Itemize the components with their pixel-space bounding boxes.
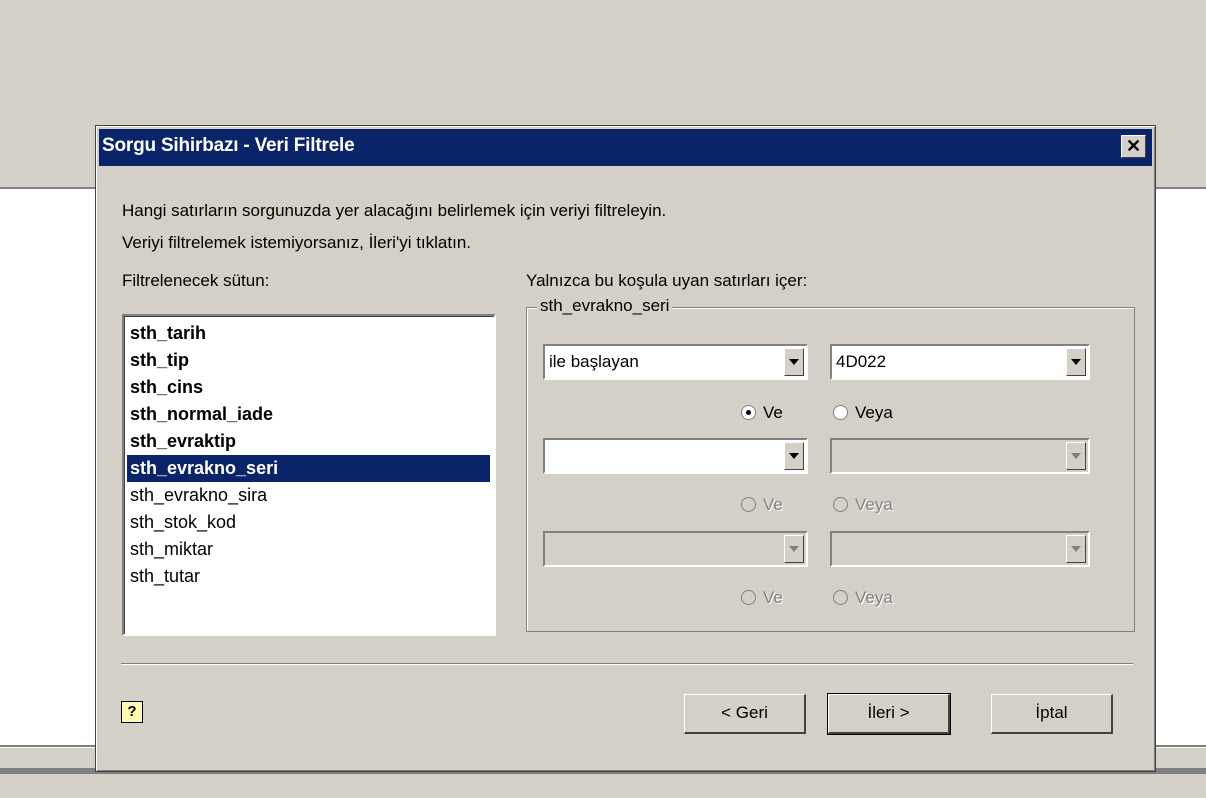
radio-or-label-2: Veya <box>855 495 893 514</box>
list-item-sth-evrakno-sira[interactable]: sth_evrakno_sira <box>127 482 490 509</box>
operator-combo-2[interactable] <box>543 438 808 474</box>
radio-or-label-1: Veya <box>855 403 893 422</box>
next-button[interactable]: İleri > <box>827 693 951 735</box>
radio-circle <box>741 405 756 420</box>
radio-circle <box>833 497 848 512</box>
help-icon: ? <box>127 703 137 720</box>
list-item-sth-cins[interactable]: sth_cins <box>127 374 490 401</box>
dropdown-button <box>1066 535 1086 563</box>
chevron-down-icon <box>1071 546 1081 552</box>
chevron-down-icon <box>1071 453 1081 459</box>
radio-and-label-2: Ve <box>763 495 783 514</box>
value-combo-1[interactable]: 4D022 <box>830 344 1090 380</box>
operator-combo-1[interactable]: ile başlayan <box>543 344 808 380</box>
value-value-1: 4D022 <box>836 352 887 371</box>
list-item-sth-tarih[interactable]: sth_tarih <box>127 320 490 347</box>
list-item-sth-stok-kod[interactable]: sth_stok_kod <box>127 509 490 536</box>
instruction-line-1: Hangi satırların sorgunuzda yer alacağın… <box>122 201 667 220</box>
radio-and-label-3: Ve <box>763 588 783 607</box>
cancel-button[interactable]: İptal <box>991 694 1113 734</box>
radio-circle <box>741 590 756 605</box>
column-listbox[interactable]: sth_tarih sth_tip sth_cins sth_normal_ia… <box>122 314 496 636</box>
title-bar[interactable]: Sorgu Sihirbazı - Veri Filtrele ✕ <box>99 129 1152 166</box>
list-item-sth-tip[interactable]: sth_tip <box>127 347 490 374</box>
condition-groupbox: sth_evrakno_seri ile başlayan 4D022 Ve V… <box>526 296 1135 632</box>
back-button[interactable]: < Geri <box>684 694 806 734</box>
operator-value-1: ile başlayan <box>549 352 639 371</box>
radio-circle <box>833 590 848 605</box>
list-item-sth-tutar[interactable]: sth_tutar <box>127 563 490 590</box>
column-listbox-inner: sth_tarih sth_tip sth_cins sth_normal_ia… <box>124 316 494 634</box>
chevron-down-icon <box>789 453 799 459</box>
radio-or-label-3: Veya <box>855 588 893 607</box>
radio-dot <box>746 410 751 415</box>
group-label: sth_evrakno_seri <box>537 296 673 316</box>
chevron-down-icon <box>789 359 799 365</box>
instruction-line-2: Veriyi filtrelemek istemiyorsanız, İleri… <box>122 233 472 252</box>
button-separator <box>121 663 1133 665</box>
operator-combo-3 <box>543 531 808 567</box>
radio-and-label-1: Ve <box>763 403 783 422</box>
value-combo-3 <box>830 531 1090 567</box>
list-item-sth-miktar[interactable]: sth_miktar <box>127 536 490 563</box>
list-item-sth-evrakno-seri[interactable]: sth_evrakno_seri <box>127 455 490 482</box>
condition-label: Yalnızca bu koşula uyan satırları içer: <box>526 271 808 290</box>
query-wizard-dialog: Sorgu Sihirbazı - Veri Filtrele ✕ Hangi … <box>95 125 1156 772</box>
radio-circle <box>833 405 848 420</box>
chevron-down-icon <box>1071 359 1081 365</box>
list-item-sth-normal-iade[interactable]: sth_normal_iade <box>127 401 490 428</box>
dropdown-button <box>1066 442 1086 470</box>
close-button[interactable]: ✕ <box>1121 135 1146 158</box>
dropdown-button[interactable] <box>784 348 804 376</box>
chevron-down-icon <box>789 546 799 552</box>
dialog-title: Sorgu Sihirbazı - Veri Filtrele <box>102 135 355 156</box>
dropdown-button[interactable] <box>784 442 804 470</box>
help-button[interactable]: ? <box>121 701 143 723</box>
list-item-sth-evraktip[interactable]: sth_evraktip <box>127 428 490 455</box>
dropdown-button <box>784 535 804 563</box>
radio-circle <box>741 497 756 512</box>
value-combo-2 <box>830 438 1090 474</box>
dropdown-button[interactable] <box>1066 348 1086 376</box>
close-icon: ✕ <box>1125 136 1142 156</box>
column-list-label: Filtrelenecek sütun: <box>122 271 270 290</box>
